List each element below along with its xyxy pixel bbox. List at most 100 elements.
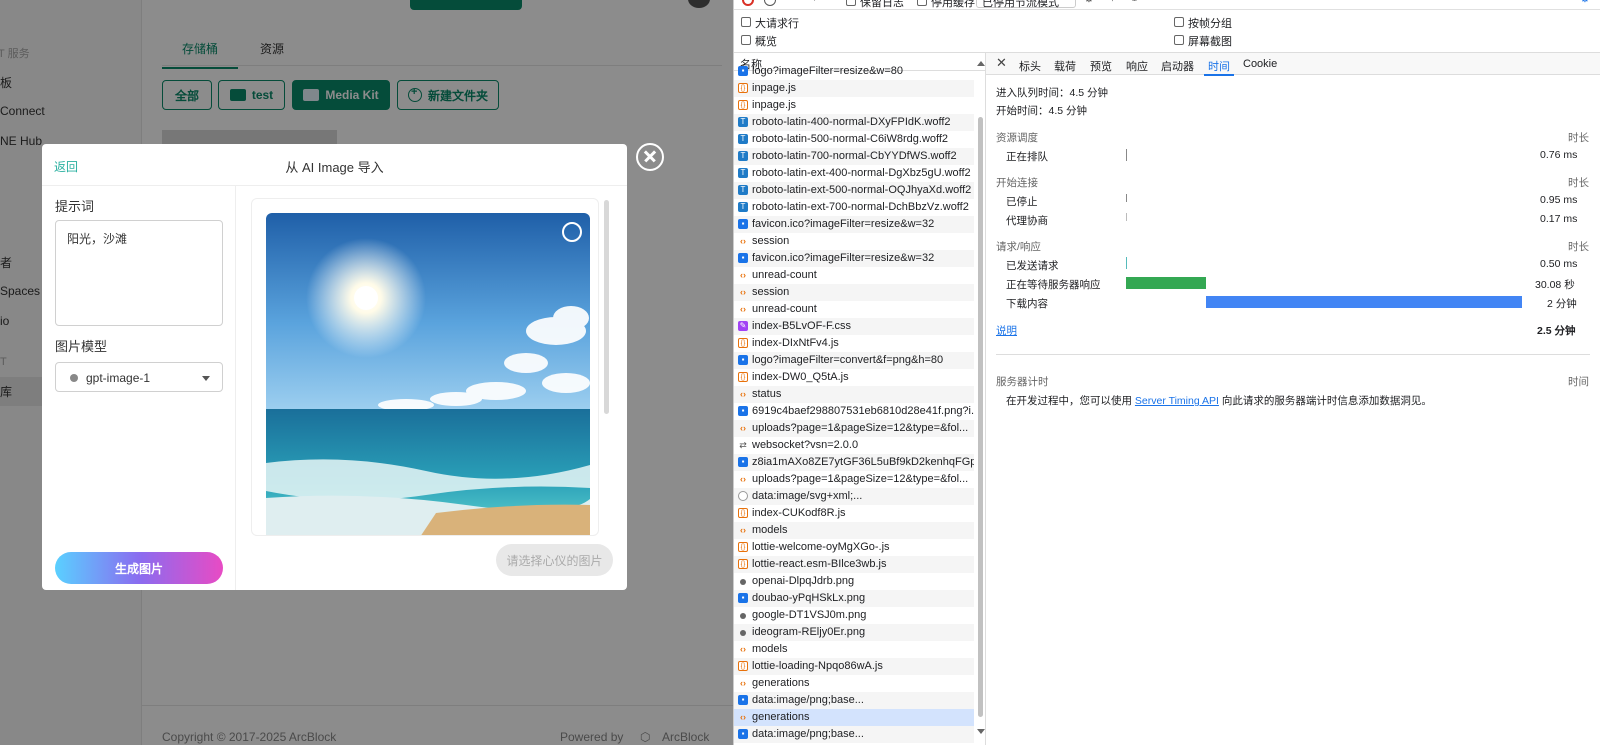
- disable-cache-label: 停用缓存: [931, 0, 975, 9]
- image-file-icon: ▪: [738, 729, 748, 739]
- scroll-down-icon[interactable]: [977, 729, 985, 734]
- request-name: roboto-latin-ext-700-normal-DchBbzVz.wof…: [752, 201, 969, 213]
- tab-timing[interactable]: 时间: [1204, 58, 1234, 76]
- request-name: websocket?vsn=2.0.0: [752, 439, 859, 451]
- request-row[interactable]: {} index-DW0_Q5tA.js: [734, 369, 974, 386]
- model-select[interactable]: gpt-image-1: [55, 362, 223, 392]
- record-icon[interactable]: [742, 0, 754, 6]
- script-file-icon: {}: [738, 661, 748, 671]
- large-rows-checkbox[interactable]: [741, 17, 751, 27]
- timing-bar-request-sent: [1126, 257, 1127, 269]
- screenshots-label: 屏幕截图: [1188, 36, 1232, 48]
- request-row[interactable]: ▪ data:image/png;base...: [734, 726, 974, 743]
- request-row[interactable]: ‹› models: [734, 641, 974, 658]
- request-row[interactable]: {} index-DIxNtFv4.js: [734, 335, 974, 352]
- tab-initiator[interactable]: 启动器: [1161, 58, 1194, 74]
- request-row[interactable]: data:image/svg+xml;...: [734, 488, 974, 505]
- server-timing-title: 服务器计时: [996, 376, 1049, 388]
- disable-cache-checkbox[interactable]: [917, 0, 927, 6]
- tab-headers[interactable]: 标头: [1019, 58, 1041, 74]
- request-row[interactable]: ‹› session: [734, 284, 974, 301]
- request-row[interactable]: Troboto-latin-500-normal-C6iW8rdg.woff2: [734, 131, 974, 148]
- request-row[interactable]: ▪ favicon.ico?imageFilter=resize&w=32: [734, 216, 974, 233]
- request-row[interactable]: ‹› unread-count: [734, 301, 974, 318]
- request-row[interactable]: {} inpage.js: [734, 80, 974, 97]
- request-row[interactable]: ideogram-REljy0Er.png: [734, 624, 974, 641]
- request-row[interactable]: Troboto-latin-ext-500-normal-OQJhyaXd.wo…: [734, 182, 974, 199]
- request-name: generations: [752, 677, 810, 689]
- upload-icon[interactable]: ⤒: [1110, 0, 1115, 5]
- select-image-radio[interactable]: [562, 222, 582, 242]
- close-icon[interactable]: ✕: [996, 55, 1007, 71]
- request-row[interactable]: ▪ z8ia1mAXo8ZE7ytGF36L5uBf9kD2kenhqFGp9: [734, 454, 974, 471]
- server-timing-api-link[interactable]: Server Timing API: [1135, 395, 1219, 407]
- preserve-log-checkbox[interactable]: [846, 0, 856, 6]
- request-row[interactable]: google-DT1VSJ0m.png: [734, 607, 974, 624]
- generate-image-button[interactable]: 生成图片: [55, 552, 223, 584]
- timing-row-value: 0.17 ms: [1540, 213, 1578, 225]
- request-row[interactable]: ⇄ websocket?vsn=2.0.0: [734, 437, 974, 454]
- confirm-image-button[interactable]: 请选择心仪的图片: [496, 544, 613, 576]
- prompt-input[interactable]: 阳光，沙滩: [55, 220, 223, 326]
- filter-icon[interactable]: ⌖: [794, 0, 800, 5]
- screenshots-checkbox[interactable]: [1174, 35, 1184, 45]
- request-row[interactable]: {} inpage.js: [734, 97, 974, 114]
- request-name: z8ia1mAXo8ZE7ytGF36L5uBf9kD2kenhqFGp9: [752, 456, 974, 468]
- network-conditions-icon[interactable]: ⚙: [1084, 0, 1094, 5]
- search-icon[interactable]: ⌕: [814, 0, 820, 5]
- overview-checkbox[interactable]: [741, 35, 751, 45]
- request-row[interactable]: {} index-CUKodf8R.js: [734, 505, 974, 522]
- request-row[interactable]: ▪ logo?imageFilter=convert&f=png&h=80: [734, 352, 974, 369]
- explanation-link[interactable]: 说明: [996, 323, 1017, 338]
- request-name: logo?imageFilter=convert&f=png&h=80: [752, 354, 944, 366]
- font-file-icon: T: [738, 151, 748, 161]
- duration-header: 时长: [1568, 177, 1589, 189]
- scroll-up-icon[interactable]: [977, 61, 985, 66]
- request-row[interactable]: ▪ doubao-yPqHSkLx.png: [734, 590, 974, 607]
- generated-image-beach[interactable]: [266, 213, 590, 535]
- request-row[interactable]: {} lottie-welcome-oyMgXGo-.js: [734, 539, 974, 556]
- stylesheet-file-icon: ✎: [738, 321, 748, 331]
- throttling-select[interactable]: 已停用节流模式: [976, 0, 1076, 9]
- settings-gear-icon[interactable]: ⚙: [1580, 0, 1590, 5]
- request-row[interactable]: ✎ index-B5LvOF-F.css: [734, 318, 974, 335]
- clear-icon[interactable]: [764, 0, 776, 6]
- divider: [996, 354, 1590, 355]
- scroll-thumb[interactable]: [978, 117, 983, 717]
- request-row[interactable]: ▪ data:image/png;base...: [734, 692, 974, 709]
- request-name: index-CUKodf8R.js: [752, 507, 846, 519]
- request-row[interactable]: ‹› uploads?page=1&pageSize=12&type=&fol..…: [734, 420, 974, 437]
- tab-payload[interactable]: 载荷: [1054, 58, 1076, 74]
- request-row[interactable]: ‹› status: [734, 386, 974, 403]
- request-row[interactable]: ‹› session: [734, 233, 974, 250]
- request-row[interactable]: ‹› uploads?page=1&pageSize=12&type=&fol..…: [734, 471, 974, 488]
- gallery-scrollbar[interactable]: [604, 200, 609, 414]
- request-row[interactable]: Troboto-latin-ext-700-normal-DchBbzVz.wo…: [734, 199, 974, 216]
- request-row[interactable]: ▪ logo?imageFilter=resize&w=80: [734, 63, 974, 80]
- request-row[interactable]: ‹› models: [734, 522, 974, 539]
- request-name: unread-count: [752, 269, 817, 281]
- request-row[interactable]: {} lottie-react.esm-BIlce3wb.js: [734, 556, 974, 573]
- request-name: models: [752, 524, 788, 536]
- timing-row-value: 30.08 秒: [1535, 279, 1575, 291]
- group-by-frame-checkbox[interactable]: [1174, 17, 1184, 27]
- request-row[interactable]: Troboto-latin-700-normal-CbYYDfWS.woff2: [734, 148, 974, 165]
- request-row-selected[interactable]: ‹› generations: [734, 709, 974, 726]
- request-row[interactable]: {} lottie-loading-Npqo86wA.js: [734, 658, 974, 675]
- tab-cookie[interactable]: Cookie: [1243, 58, 1277, 70]
- server-timing-hint: 在开发过程中，您可以使用 Server Timing API 向此请求的服务器端…: [1006, 393, 1432, 408]
- request-row[interactable]: openai-DlpqJdrb.png: [734, 573, 974, 590]
- close-icon[interactable]: [636, 143, 664, 171]
- request-row[interactable]: ▪ favicon.ico?imageFilter=resize&w=32: [734, 250, 974, 267]
- tab-preview[interactable]: 预览: [1090, 58, 1112, 74]
- download-icon[interactable]: ⤓: [1132, 0, 1137, 5]
- request-row[interactable]: ‹› generations: [734, 675, 974, 692]
- request-row[interactable]: ‹› unread-count: [734, 267, 974, 284]
- request-row[interactable]: Troboto-latin-400-normal-DXyFPIdK.woff2: [734, 114, 974, 131]
- tab-response[interactable]: 响应: [1126, 58, 1148, 74]
- request-row[interactable]: Troboto-latin-ext-400-normal-DgXbz5gU.wo…: [734, 165, 974, 182]
- font-file-icon: T: [738, 134, 748, 144]
- request-row[interactable]: ▪ 6919c4baef298807531eb6810d28e41f.png?i.…: [734, 403, 974, 420]
- request-list-scrollbar[interactable]: [977, 61, 985, 734]
- request-name: lottie-loading-Npqo86wA.js: [752, 660, 883, 672]
